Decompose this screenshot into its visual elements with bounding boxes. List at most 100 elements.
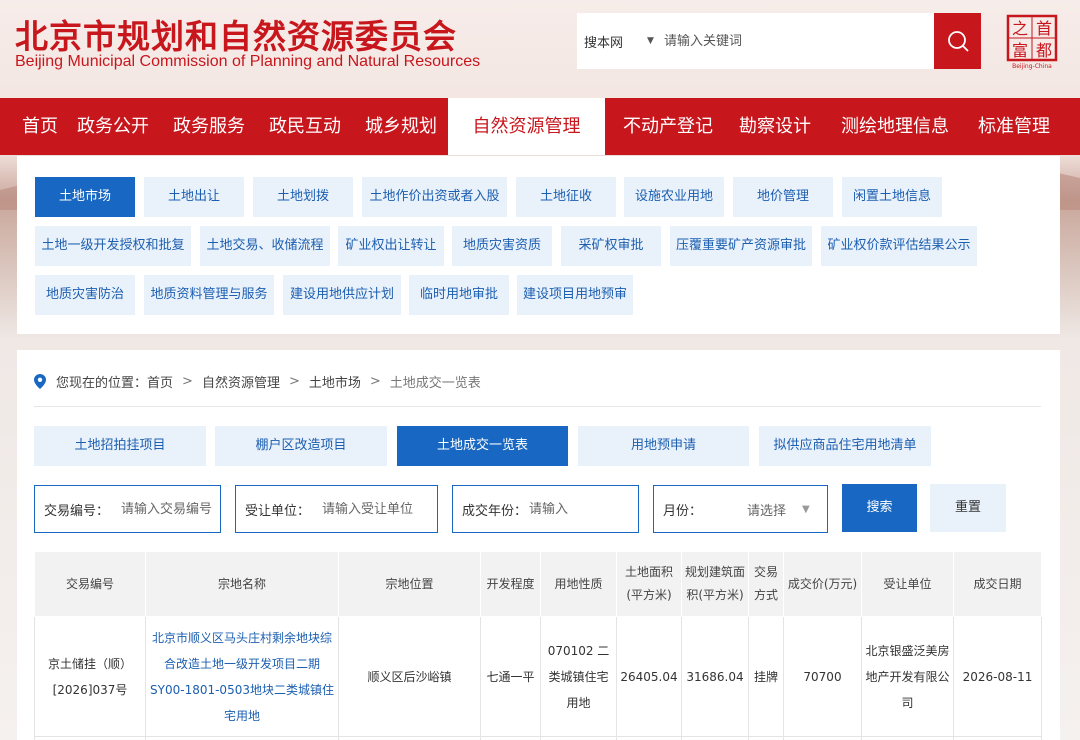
breadcrumb-separator: >	[288, 374, 300, 389]
search-icon	[947, 31, 969, 52]
col-header-parcel-name: 宗地名称	[145, 551, 339, 617]
tab-shantytown-projects[interactable]: 棚户区改造项目	[215, 426, 387, 466]
submenu-trading-process[interactable]: 土地交易、收储流程	[200, 226, 330, 266]
table-row: 京土储挂（顺）[2026]037号 北京市顺义区马头庄村剩余地块综合改造土地一级…	[34, 616, 1042, 737]
cell-building-area: 31686.04	[681, 616, 749, 737]
breadcrumb-separator: >	[369, 374, 381, 389]
submenu-panel: 土地市场 土地出让 土地划拨 土地作价出资或者入股 土地征收 设施农业用地 地价…	[17, 156, 1060, 334]
submenu-agricultural-facility-land[interactable]: 设施农业用地	[624, 177, 724, 217]
transaction-table: 交易编号 宗地名称 宗地位置 开发程度 用地性质 土地面积(平方米) 规划建筑面…	[34, 551, 1042, 740]
submenu-temporary-land[interactable]: 临时用地审批	[409, 275, 509, 315]
cell-location: 顺义区后沙峪镇	[338, 616, 481, 737]
nav-item-real-estate[interactable]: 不动产登记	[623, 98, 713, 155]
breadcrumb-divider	[34, 406, 1041, 407]
submenu-geo-hazard-prevention[interactable]: 地质灾害防治	[35, 275, 135, 315]
svg-text:富: 富	[1012, 41, 1028, 60]
capital-seal-logo: 首 之 都 富 Beijing-China	[1006, 14, 1058, 70]
submenu-mining-rights-transfer[interactable]: 矿业权出让转让	[338, 226, 444, 266]
caret-down-icon: ▼	[647, 36, 654, 46]
col-header-building-area: 规划建筑面积(平方米)	[681, 551, 749, 617]
search-input[interactable]	[663, 33, 904, 49]
main-nav: 首页 政务公开 政务服务 政民互动 城乡规划 自然资源管理 不动产登记 勘察设计…	[0, 98, 1080, 155]
filter-reset-button[interactable]: 重置	[930, 484, 1006, 532]
nav-item-gov-services[interactable]: 政务服务	[173, 98, 245, 155]
col-header-land-area: 土地面积(平方米)	[616, 551, 682, 617]
nav-item-surveying-mapping[interactable]: 测绘地理信息	[841, 98, 949, 155]
breadcrumb: 您现在的位置： 首页 > 自然资源管理 > 土地市场 > 土地成交一览表	[34, 372, 481, 391]
submenu-land-capital-contribution[interactable]: 土地作价出资或者入股	[362, 177, 507, 217]
svg-text:Beijing-China: Beijing-China	[1012, 63, 1052, 70]
submenu-land-market[interactable]: 土地市场	[35, 177, 135, 217]
cell-grantee: 北京银盛泛美房地产开发有限公司	[861, 616, 954, 737]
breadcrumb-current: 土地成交一览表	[389, 376, 481, 391]
submenu-land-price[interactable]: 地价管理	[733, 177, 833, 217]
tab-land-pre-application[interactable]: 用地预申请	[578, 426, 749, 466]
site-header: 北京市规划和自然资源委员会 Beijing Municipal Commissi…	[0, 0, 1080, 98]
main-content: 您现在的位置： 首页 > 自然资源管理 > 土地市场 > 土地成交一览表 土地招…	[17, 350, 1060, 740]
transaction-year-field: 成交年份：	[452, 485, 639, 533]
cell-trade-no: 京土储挂（顺）[2026]037号	[34, 616, 146, 737]
submenu-land-preexamination[interactable]: 建设项目用地预审	[517, 275, 633, 315]
grantee-input[interactable]	[322, 501, 423, 517]
grantee-field: 受让单位：	[235, 485, 438, 533]
submenu-geo-hazard-qualification[interactable]: 地质灾害资质	[452, 226, 552, 266]
trade-number-field: 交易编号：	[34, 485, 221, 533]
svg-text:之: 之	[1012, 19, 1028, 38]
tab-auction-projects[interactable]: 土地招拍挂项目	[34, 426, 206, 466]
nav-item-survey-design[interactable]: 勘察设计	[739, 98, 811, 155]
search-scope-select[interactable]: 搜本网 ▼	[584, 32, 654, 51]
nav-item-home[interactable]: 首页	[22, 98, 58, 155]
trade-number-input[interactable]	[121, 501, 216, 517]
breadcrumb-prefix: 您现在的位置：	[56, 376, 148, 391]
col-header-land-use: 用地性质	[540, 551, 617, 617]
col-header-trade-no: 交易编号	[34, 551, 146, 617]
nav-item-gov-affairs[interactable]: 政务公开	[77, 98, 149, 155]
table-header-row: 交易编号 宗地名称 宗地位置 开发程度 用地性质 土地面积(平方米) 规划建筑面…	[34, 551, 1042, 617]
cell-land-use: 070102 二类城镇住宅用地	[540, 616, 617, 737]
dropdown-arrow-icon: ▼	[802, 503, 810, 515]
submenu-land-supply-plan[interactable]: 建设用地供应计划	[283, 275, 401, 315]
table-row	[34, 736, 1042, 740]
trade-number-label: 交易编号：	[44, 503, 110, 519]
submenu-land-allocation[interactable]: 土地划拨	[253, 177, 353, 217]
svg-text:首: 首	[1036, 19, 1052, 38]
transaction-year-label: 成交年份：	[462, 503, 528, 519]
site-title-english: Beijing Municipal Commission of Planning…	[15, 53, 481, 70]
cell-land-area: 26405.04	[616, 616, 682, 737]
month-label: 月份：	[663, 503, 703, 519]
breadcrumb-home[interactable]: 首页	[147, 372, 173, 391]
col-header-grantee: 受让单位	[861, 551, 954, 617]
location-pin-icon	[34, 374, 46, 389]
nav-item-urban-planning[interactable]: 城乡规划	[365, 98, 437, 155]
search-bar: 搜本网 ▼	[577, 13, 934, 69]
nav-item-interaction[interactable]: 政民互动	[269, 98, 341, 155]
nav-item-natural-resources[interactable]: 自然资源管理	[448, 98, 605, 155]
cell-development: 七通一平	[480, 616, 541, 737]
col-header-location: 宗地位置	[338, 551, 481, 617]
transaction-year-input[interactable]	[529, 501, 620, 517]
submenu-primary-development[interactable]: 土地一级开发授权和批复	[35, 226, 191, 266]
tab-transaction-list[interactable]: 土地成交一览表	[397, 426, 568, 466]
site-title[interactable]: 北京市规划和自然资源委员会	[15, 10, 457, 58]
submenu-geo-data-services[interactable]: 地质资料管理与服务	[144, 275, 274, 315]
cell-parcel-name-link[interactable]: 北京市顺义区马头庄村剩余地块综合改造土地一级开发项目二期SY00-1801-05…	[145, 616, 339, 737]
submenu-mining-approval[interactable]: 采矿权审批	[561, 226, 661, 266]
cell-date: 2026-08-11	[953, 616, 1042, 737]
submenu-mining-price-assessment[interactable]: 矿业权价款评估结果公示	[821, 226, 977, 266]
month-select[interactable]: 月份： 请选择 ▼	[653, 485, 828, 533]
nav-item-standards[interactable]: 标准管理	[978, 98, 1050, 155]
grantee-label: 受让单位：	[245, 503, 311, 519]
col-header-development: 开发程度	[480, 551, 541, 617]
search-scope-label: 搜本网	[584, 35, 624, 51]
filter-search-button[interactable]: 搜索	[842, 484, 917, 532]
search-button[interactable]	[934, 13, 981, 69]
col-header-price: 成交价(万元)	[783, 551, 862, 617]
submenu-land-expropriation[interactable]: 土地征收	[516, 177, 616, 217]
submenu-idle-land[interactable]: 闲置土地信息	[842, 177, 942, 217]
submenu-mineral-overlay-approval[interactable]: 压覆重要矿产资源审批	[670, 226, 812, 266]
submenu-land-transfer[interactable]: 土地出让	[144, 177, 244, 217]
breadcrumb-land-market[interactable]: 土地市场	[309, 372, 361, 391]
tab-residential-land-supply[interactable]: 拟供应商品住宅用地清单	[759, 426, 931, 466]
breadcrumb-natural-resources[interactable]: 自然资源管理	[202, 372, 280, 391]
col-header-date: 成交日期	[953, 551, 1042, 617]
